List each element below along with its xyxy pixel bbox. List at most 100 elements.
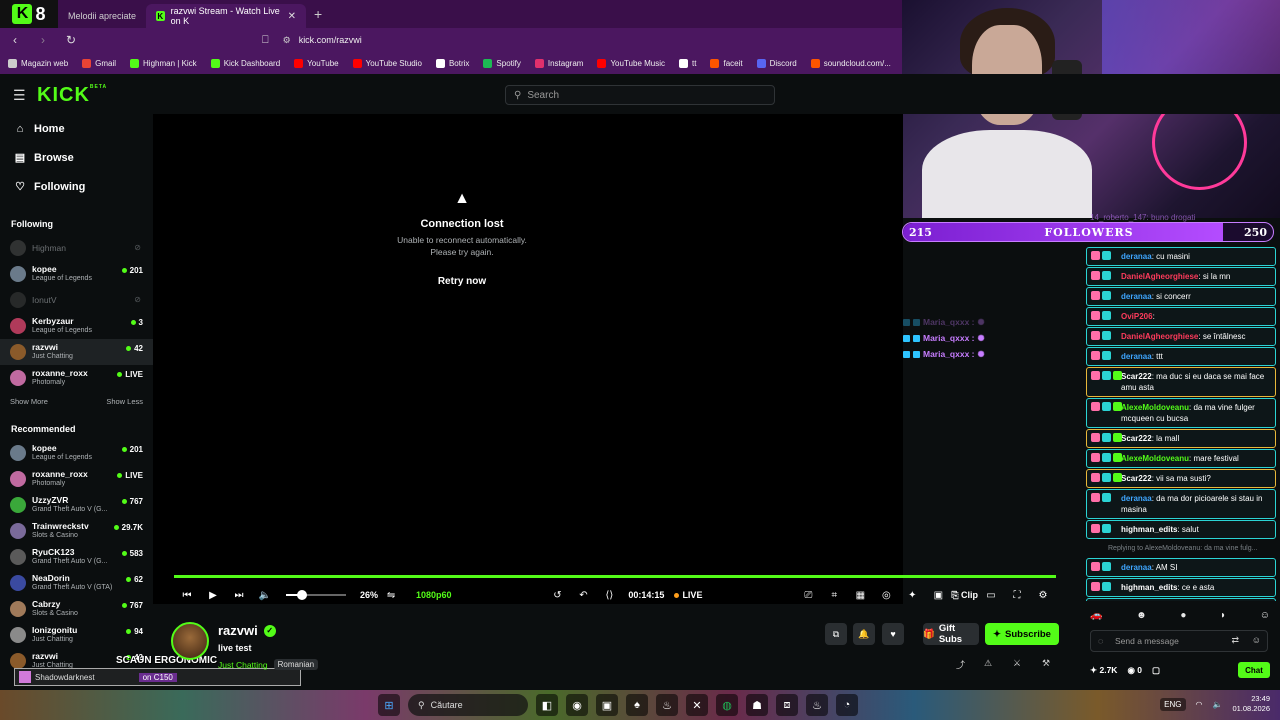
channel-item[interactable]: roxanne_roxx Photomaly LIVE	[0, 466, 153, 492]
discord-icon[interactable]: ☗	[746, 694, 768, 716]
sparkle-icon[interactable]: ✦	[899, 590, 925, 601]
camera-icon[interactable]: ⎚	[795, 590, 821, 601]
bookmark-item[interactable]: YouTube Music	[597, 58, 665, 68]
obs-icon[interactable]: ◔	[836, 694, 858, 716]
quality-label[interactable]: 1080p60	[416, 590, 452, 600]
bookmark-item[interactable]: Spotify	[483, 58, 521, 68]
play-icon[interactable]: ▶	[200, 590, 226, 601]
close-tab-icon[interactable]: ✕	[288, 11, 296, 22]
skip-back-icon[interactable]: ⏮	[174, 590, 200, 601]
audio-settings-icon[interactable]: ⇋	[378, 590, 404, 601]
replay-icon[interactable]: ↶	[570, 590, 596, 601]
chat-username[interactable]: deranaa	[1121, 494, 1152, 503]
forward-icon[interactable]: ›	[36, 33, 50, 47]
crop-icon[interactable]: ⌗	[821, 590, 847, 601]
rewind-icon[interactable]: ↺	[544, 590, 570, 601]
chat-username[interactable]: DanielAgheorghiese	[1121, 272, 1198, 281]
steelseries-icon[interactable]: ▣	[596, 694, 618, 716]
sidebar-nav-home[interactable]: ⌂ Home	[0, 114, 153, 143]
chat-username[interactable]: DanielAgheorghiese	[1121, 332, 1198, 341]
show-less-button[interactable]: Show Less	[106, 397, 143, 406]
channel-item[interactable]: roxanne_roxx Photomaly LIVE	[0, 365, 153, 391]
reload-icon[interactable]: ↻	[64, 33, 78, 47]
monkey-emote-icon[interactable]: ☺	[1260, 610, 1270, 626]
car-emote-icon[interactable]: 🚗	[1090, 610, 1102, 626]
spotify-icon[interactable]: ◍	[716, 694, 738, 716]
progress-bar[interactable]	[174, 575, 1056, 578]
chat-username[interactable]: Scar222	[1121, 372, 1152, 381]
report-icon[interactable]: ⚠	[984, 658, 992, 669]
chat-username[interactable]: Scar222	[1121, 434, 1152, 443]
channel-item[interactable]: Trainwreckstv Slots & Casino 29.7K	[0, 518, 153, 544]
show-more-button[interactable]: Show More	[10, 397, 48, 406]
bookmark-item[interactable]: faceit	[710, 58, 743, 68]
bookmark-item[interactable]: Kick Dashboard	[210, 58, 280, 68]
bookmark-icon[interactable]: ⎕	[262, 34, 269, 47]
bookmark-item[interactable]: Highman | Kick	[130, 58, 197, 68]
volume-tray-icon[interactable]: 🔈	[1212, 700, 1222, 709]
bookmark-item[interactable]: YouTube	[294, 58, 339, 68]
translate-icon[interactable]: ⇄	[1231, 635, 1239, 646]
emoji-icon[interactable]: ☺	[1252, 635, 1261, 645]
bookmark-item[interactable]: Magazin web	[8, 58, 68, 68]
stream-category[interactable]: Just Chatting	[218, 660, 268, 670]
channel-item[interactable]: Ionizgonitu Just Chatting 94	[0, 622, 153, 648]
subscribe-button[interactable]: ✦ Subscribe	[985, 623, 1059, 645]
back-icon[interactable]: ‹	[8, 33, 22, 47]
bookmark-item[interactable]: Discord	[756, 58, 797, 68]
steam-icon[interactable]: ♨	[656, 694, 678, 716]
bookmark-item[interactable]: Gmail	[82, 58, 116, 68]
bell-icon[interactable]: 🔔	[853, 623, 875, 645]
share-icon[interactable]: ⤴	[956, 658, 965, 671]
mod-icon[interactable]: ⚔	[1013, 658, 1021, 669]
chat-username[interactable]: highman_edits	[1121, 583, 1177, 592]
chat-username[interactable]: deranaa	[1121, 292, 1152, 301]
tool-icon[interactable]: ⚒	[1042, 658, 1050, 669]
face-emote-icon[interactable]: ☻	[1136, 610, 1147, 626]
channel-item[interactable]: kopee League of Legends 201	[0, 440, 153, 466]
channel-item[interactable]: NeaDorin Grand Theft Auto V (GTA) 62	[0, 570, 153, 596]
fullscreen-icon[interactable]: ⛶	[1004, 590, 1030, 601]
language-indicator[interactable]: ENG	[1160, 697, 1186, 711]
browser-tab-melodii[interactable]: Melodii apreciate	[58, 4, 146, 28]
search-input[interactable]: ⚲ Search	[505, 85, 775, 105]
gift-subs-button[interactable]: 🎁 Gift Subs	[923, 623, 979, 645]
channel-item[interactable]: RyuCK123 Grand Theft Auto V (G... 583	[0, 544, 153, 570]
bookmark-item[interactable]: Instagram	[534, 58, 583, 68]
chrome-icon[interactable]: ◉	[566, 694, 588, 716]
site-info-icon[interactable]: ⚙	[283, 35, 291, 46]
chat-username[interactable]: OviP206	[1121, 312, 1153, 321]
chat-username[interactable]: highman_edits	[1121, 525, 1177, 534]
channel-item[interactable]: razvwi Just Chatting 42	[0, 339, 153, 365]
bookmark-item[interactable]: tt	[679, 58, 696, 68]
windows-start-icon[interactable]: ⊞	[378, 694, 400, 716]
language-tag[interactable]: Romanian	[273, 659, 319, 670]
url-field[interactable]: ⚙ kick.com/razvwi	[283, 35, 362, 46]
cookie-emote-icon[interactable]: ●	[1180, 610, 1186, 626]
taskbar-search[interactable]: ⚲ Căutare	[408, 694, 528, 716]
xbox-icon[interactable]: ✕	[686, 694, 708, 716]
chat-username[interactable]: AlexeMoldoveanu	[1121, 454, 1189, 463]
stats-icon[interactable]: ▦	[847, 590, 873, 601]
chat-settings-icon[interactable]: ▢	[1152, 665, 1160, 676]
chat-username[interactable]: Scar222	[1121, 474, 1152, 483]
kcoins-counter[interactable]: ◉ 0	[1127, 665, 1142, 676]
volume-knob[interactable]	[296, 590, 307, 600]
points-counter[interactable]: ✦ 2.7K	[1090, 665, 1117, 676]
heart-icon[interactable]: ♥	[882, 623, 904, 645]
retry-button[interactable]: Retry now	[428, 272, 496, 291]
chat-username[interactable]: deranaa	[1121, 563, 1152, 572]
menu-icon[interactable]: ☰	[13, 87, 26, 104]
new-tab-icon[interactable]: +	[314, 6, 322, 22]
volume-slider[interactable]	[286, 590, 346, 600]
video-player[interactable]	[153, 114, 903, 604]
banana-emote-icon[interactable]: ◗	[1220, 610, 1226, 626]
steam-alt-icon[interactable]: ♨	[806, 694, 828, 716]
volume-icon[interactable]: 🔈	[252, 590, 278, 601]
channel-item[interactable]: Kerbyzaur League of Legends 3	[0, 313, 153, 339]
bookmark-item[interactable]: YouTube Studio	[352, 58, 422, 68]
theater-icon[interactable]: ▭	[978, 590, 1004, 601]
speed-icon[interactable]: ◎	[873, 590, 899, 601]
chat-input[interactable]: ◌ Send a message ⇄ ☺	[1090, 630, 1268, 652]
clip-button[interactable]: ⎘ Clip	[951, 590, 978, 601]
